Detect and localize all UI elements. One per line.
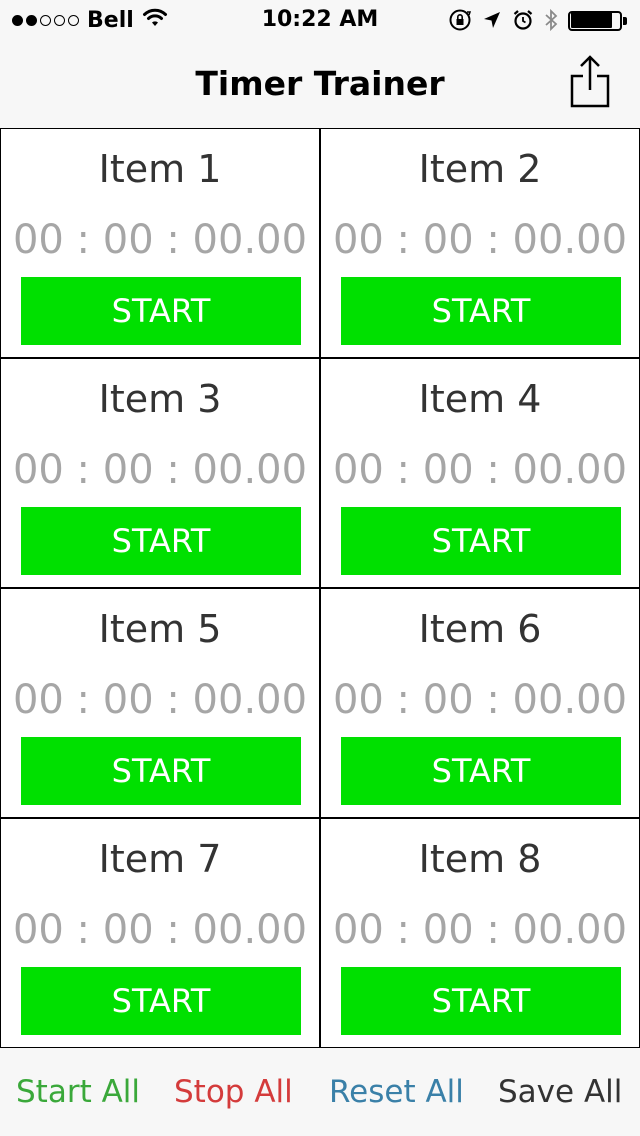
timer-cell: Item 1 00 : 00 : 00.00 START <box>0 128 320 358</box>
status-bar: Bell 10:22 AM <box>0 0 640 40</box>
timer-title: Item 3 <box>98 377 222 421</box>
share-button[interactable] <box>568 54 612 110</box>
start-button[interactable]: START <box>21 507 301 575</box>
start-button[interactable]: START <box>341 737 621 805</box>
reset-all-button[interactable]: Reset All <box>329 1074 464 1110</box>
timer-title: Item 2 <box>418 147 542 191</box>
location-arrow-icon <box>482 10 502 30</box>
rotation-lock-icon <box>448 8 472 32</box>
start-all-button[interactable]: Start All <box>16 1074 140 1110</box>
timer-display: 00 : 00 : 00.00 <box>12 907 308 953</box>
save-all-button[interactable]: Save All <box>498 1074 622 1110</box>
timer-grid: Item 1 00 : 00 : 00.00 START Item 2 00 :… <box>0 128 640 1048</box>
timer-display: 00 : 00 : 00.00 <box>12 447 308 493</box>
timer-display: 00 : 00 : 00.00 <box>332 447 628 493</box>
battery-fill <box>571 12 612 28</box>
timer-title: Item 4 <box>418 377 542 421</box>
timer-cell: Item 6 00 : 00 : 00.00 START <box>320 588 640 818</box>
timer-display: 00 : 00 : 00.00 <box>12 217 308 263</box>
start-button[interactable]: START <box>341 277 621 345</box>
bluetooth-icon <box>544 8 558 32</box>
timer-title: Item 6 <box>418 607 542 651</box>
start-button[interactable]: START <box>341 967 621 1035</box>
timer-cell: Item 2 00 : 00 : 00.00 START <box>320 128 640 358</box>
timer-title: Item 8 <box>418 837 542 881</box>
timer-cell: Item 3 00 : 00 : 00.00 START <box>0 358 320 588</box>
stop-all-button[interactable]: Stop All <box>174 1074 293 1110</box>
timer-cell: Item 8 00 : 00 : 00.00 START <box>320 818 640 1048</box>
timer-display: 00 : 00 : 00.00 <box>332 217 628 263</box>
start-button[interactable]: START <box>21 277 301 345</box>
timer-cell: Item 4 00 : 00 : 00.00 START <box>320 358 640 588</box>
share-icon <box>570 55 610 108</box>
timer-title: Item 1 <box>98 147 222 191</box>
battery-icon <box>568 9 628 31</box>
start-button[interactable]: START <box>21 967 301 1035</box>
timer-display: 00 : 00 : 00.00 <box>12 677 308 723</box>
bottom-toolbar: Start All Stop All Reset All Save All <box>0 1048 640 1136</box>
timer-title: Item 7 <box>98 837 222 881</box>
timer-display: 00 : 00 : 00.00 <box>332 907 628 953</box>
start-button[interactable]: START <box>21 737 301 805</box>
page-title: Timer Trainer <box>195 64 445 103</box>
status-right <box>448 8 628 32</box>
timer-cell: Item 7 00 : 00 : 00.00 START <box>0 818 320 1048</box>
navigation-bar: Timer Trainer <box>0 40 640 128</box>
start-button[interactable]: START <box>341 507 621 575</box>
timer-title: Item 5 <box>98 607 222 651</box>
battery-tip <box>623 17 627 25</box>
timer-cell: Item 5 00 : 00 : 00.00 START <box>0 588 320 818</box>
alarm-icon <box>512 9 534 31</box>
timer-display: 00 : 00 : 00.00 <box>332 677 628 723</box>
